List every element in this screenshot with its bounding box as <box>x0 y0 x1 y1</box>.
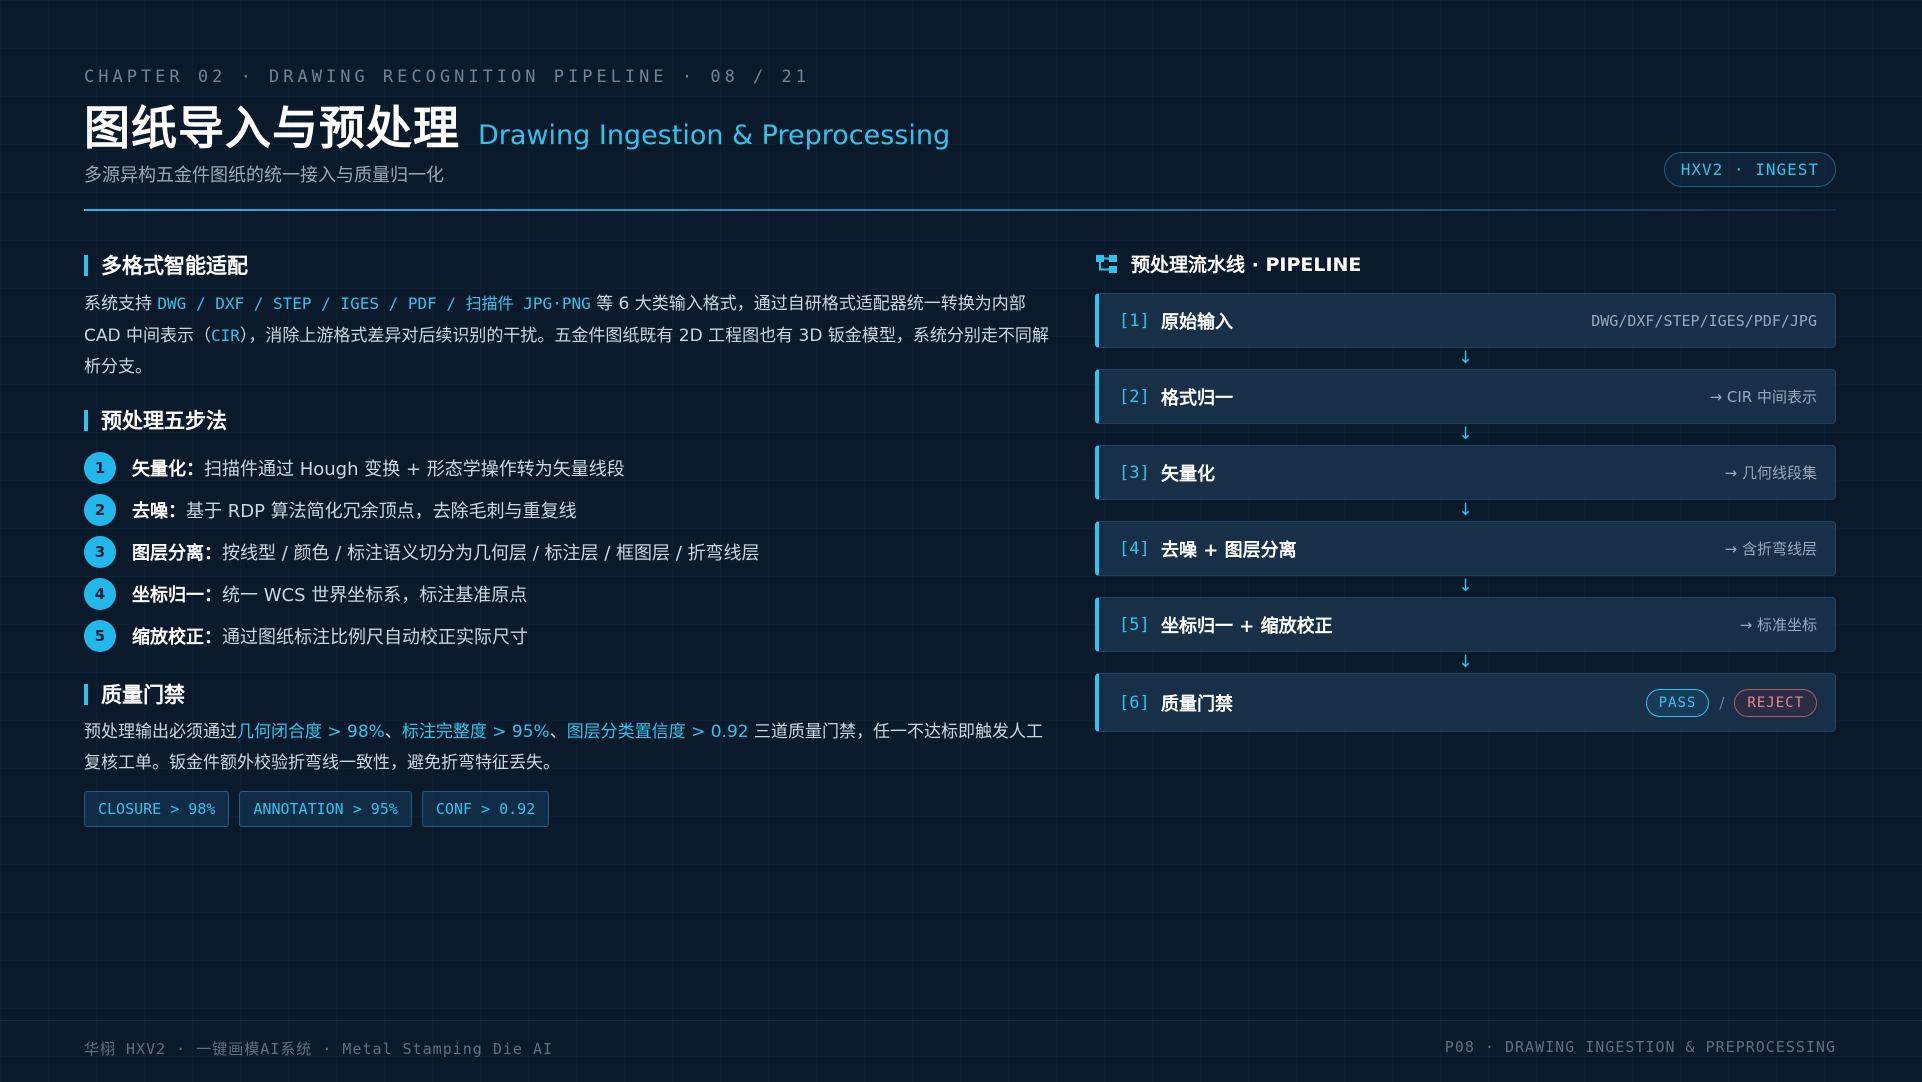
pipeline-title-text: 预处理流水线 · PIPELINE <box>1131 254 1362 276</box>
pipeline-stage-6: [6] 质量门禁 PASS / REJECT <box>1095 673 1836 732</box>
cir-term: CIR <box>211 326 240 345</box>
stage-index: [5] <box>1119 614 1150 635</box>
format-list: DWG / DXF / STEP / IGES / PDF / 扫描件 JPG·… <box>157 294 591 313</box>
section-title-formats: 多格式智能适配 <box>84 250 1049 280</box>
section-bar <box>84 409 88 431</box>
step-number: 3 <box>84 536 116 568</box>
stage-note: → 几何线段集 <box>1724 464 1817 482</box>
step-text: 扫描件通过 Hough 变换 + 形态学操作转为矢量线段 <box>204 459 625 480</box>
step-text: 统一 WCS 世界坐标系，标注基准原点 <box>222 585 528 606</box>
list-item: 1 矢量化： 扫描件通过 Hough 变换 + 形态学操作转为矢量线段 <box>84 447 1049 489</box>
list-item: 3 图层分离： 按线型 / 颜色 / 标注语义切分为几何层 / 标注层 / 框图层 … <box>84 531 1049 573</box>
module-badge: HXV2 · INGEST <box>1663 152 1836 187</box>
text-span: 预处理输出必须通过 <box>84 722 237 742</box>
section-title-quality: 质量门禁 <box>84 679 1049 709</box>
step-label: 坐标归一： <box>132 585 222 606</box>
chapter-label: CHAPTER 02 · DRAWING RECOGNITION PIPELIN… <box>84 67 810 87</box>
stage-note: → CIR 中间表示 <box>1709 388 1817 406</box>
stage-name: 坐标归一 + 缩放校正 <box>1161 615 1333 637</box>
tag-confidence: CONF > 0.92 <box>421 791 550 827</box>
metric-closure: 几何闭合度 > 98% <box>237 722 385 742</box>
list-item: 2 去噪： 基于 RDP 算法简化冗余顶点，去除毛刺与重复线 <box>84 489 1049 531</box>
pipeline-panel: 预处理流水线 · PIPELINE [1] 原始输入 DWG/DXF/STEP/… <box>1095 250 1836 732</box>
stage-note: DWG/DXF/STEP/IGES/PDF/JPG <box>1591 311 1817 330</box>
down-arrow-icon: ↓ <box>1458 348 1473 368</box>
pipeline-stage-2: [2] 格式归一 → CIR 中间表示 <box>1095 369 1836 424</box>
list-item: 5 缩放校正： 通过图纸标注比例尺自动校正实际尺寸 <box>84 615 1049 657</box>
footer-left: 华栩 HXV2 · 一键画模AI系统 · Metal Stamping Die … <box>84 1040 554 1058</box>
pipeline-title: 预处理流水线 · PIPELINE <box>1095 250 1836 277</box>
step-number: 4 <box>84 578 116 610</box>
pipeline-stage-5: [5] 坐标归一 + 缩放校正 → 标准坐标 <box>1095 597 1836 652</box>
down-arrow-icon: ↓ <box>1458 424 1473 444</box>
footer: 华栩 HXV2 · 一键画模AI系统 · Metal Stamping Die … <box>84 1038 1836 1059</box>
step-number: 1 <box>84 452 116 484</box>
page-title-en: Drawing Ingestion & Preprocessing <box>478 120 951 151</box>
reject-badge: REJECT <box>1734 688 1817 717</box>
footer-divider <box>0 1020 1922 1021</box>
text-span: 、 <box>549 722 567 742</box>
text-span: 、 <box>384 722 402 742</box>
pipeline-stage-1: [1] 原始输入 DWG/DXF/STEP/IGES/PDF/JPG <box>1095 293 1836 348</box>
formats-paragraph: 系统支持 DWG / DXF / STEP / IGES / PDF / 扫描件… <box>84 288 1049 383</box>
stage-note: → 标准坐标 <box>1739 616 1817 634</box>
page-title: 图纸导入与预处理 <box>84 101 460 155</box>
flow-icon <box>1096 254 1117 273</box>
pipeline-stage-3: [3] 矢量化 → 几何线段集 <box>1095 445 1836 500</box>
step-text: 按线型 / 颜色 / 标注语义切分为几何层 / 标注层 / 框图层 / 折弯线层 <box>222 543 760 564</box>
stage-name: 矢量化 <box>1161 463 1215 485</box>
stage-note: → 含折弯线层 <box>1724 540 1817 558</box>
step-text: 基于 RDP 算法简化冗余顶点，去除毛刺与重复线 <box>186 501 577 522</box>
tag-closure: CLOSURE > 98% <box>84 791 230 827</box>
pipeline-stage-4: [4] 去噪 + 图层分离 → 含折弯线层 <box>1095 521 1836 576</box>
stage-name: 去噪 + 图层分离 <box>1161 539 1297 561</box>
stage-name: 质量门禁 <box>1161 693 1233 715</box>
quality-paragraph: 预处理输出必须通过几何闭合度 > 98%、标注完整度 > 95%、图层分类置信度… <box>84 717 1049 779</box>
steps-list: 1 矢量化： 扫描件通过 Hough 变换 + 形态学操作转为矢量线段 2 去噪： 基于… <box>84 447 1049 657</box>
section-title-text: 预处理五步法 <box>101 409 227 433</box>
list-item: 4 坐标归一： 统一 WCS 世界坐标系，标注基准原点 <box>84 573 1049 615</box>
section-bar <box>84 683 88 705</box>
section-title-text: 质量门禁 <box>101 683 185 707</box>
stage-index: [4] <box>1119 538 1150 559</box>
pass-badge: PASS <box>1645 688 1710 717</box>
step-number: 5 <box>84 620 116 652</box>
separator: / <box>1719 693 1725 712</box>
stage-index: [2] <box>1119 386 1150 407</box>
step-label: 图层分离： <box>132 543 222 564</box>
stage-name: 原始输入 <box>1161 311 1233 333</box>
metric-annotation: 标注完整度 > 95% <box>401 722 550 742</box>
down-arrow-icon: ↓ <box>1458 576 1473 596</box>
metric-confidence: 图层分类置信度 > 0.92 <box>566 722 749 742</box>
text-span: 系统支持 <box>84 294 158 314</box>
step-label: 矢量化： <box>132 459 204 480</box>
page-subtitle: 多源异构五金件图纸的统一接入与质量归一化 <box>84 165 444 186</box>
step-label: 缩放校正： <box>132 627 222 648</box>
section-title-steps: 预处理五步法 <box>84 405 1049 435</box>
step-label: 去噪： <box>132 501 186 522</box>
down-arrow-icon: ↓ <box>1458 500 1473 520</box>
stage-name: 格式归一 <box>1161 387 1233 409</box>
left-column: 多格式智能适配 系统支持 DWG / DXF / STEP / IGES / P… <box>84 250 1049 827</box>
tag-annotation: ANNOTATION > 95% <box>239 791 412 827</box>
stage-index: [3] <box>1119 462 1150 483</box>
threshold-tags: CLOSURE > 98% ANNOTATION > 95% CONF > 0.… <box>84 791 1049 827</box>
down-arrow-icon: ↓ <box>1458 652 1473 672</box>
footer-right: P08 · DRAWING INGESTION & PREPROCESSING <box>1444 1038 1836 1056</box>
header-divider <box>84 209 1836 211</box>
stage-index: [1] <box>1119 310 1150 331</box>
stage-index: [6] <box>1119 692 1150 713</box>
section-title-text: 多格式智能适配 <box>101 254 248 278</box>
step-number: 2 <box>84 494 116 526</box>
title-row: 图纸导入与预处理 Drawing Ingestion & Preprocessi… <box>84 92 950 158</box>
section-bar <box>84 254 88 276</box>
step-text: 通过图纸标注比例尺自动校正实际尺寸 <box>222 627 528 648</box>
